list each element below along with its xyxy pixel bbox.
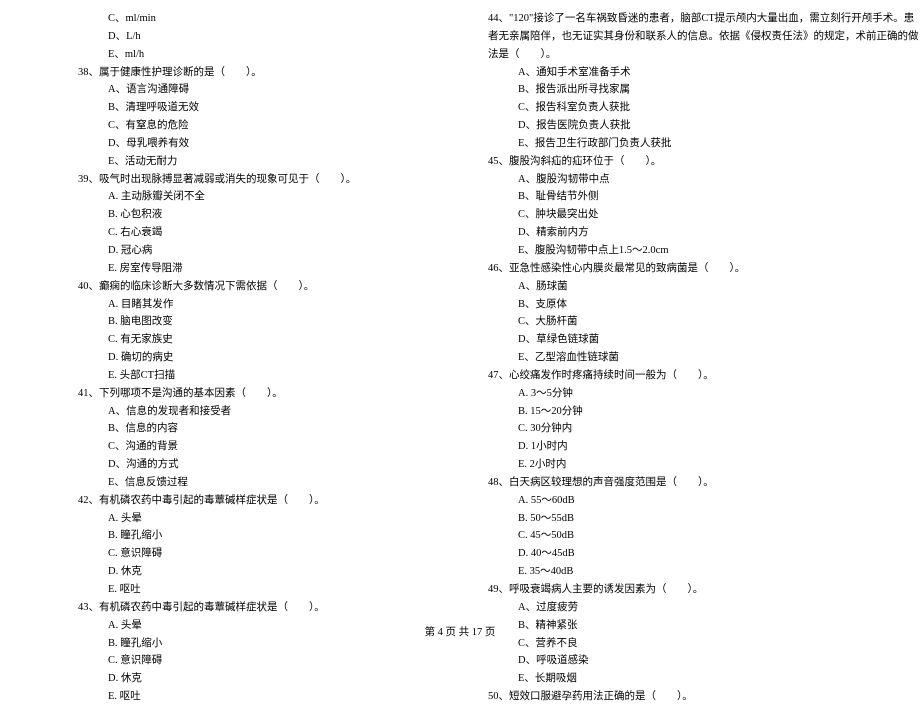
q48-option-a: A. 55～60dB: [470, 492, 885, 510]
q46-stem: 46、亚急性感染性心内膜炎最常见的致病菌是（ ）。: [470, 260, 885, 278]
q45-option-a: A、腹股沟韧带中点: [470, 171, 885, 189]
q44-stem-line2: 者无亲属陪伴，也无证实其身份和联系人的信息。依据《侵权责任法》的规定，术前正确的…: [470, 28, 885, 46]
q49-option-e: E、长期吸烟: [470, 670, 885, 688]
q46-option-c: C、大肠杆菌: [470, 313, 885, 331]
q39-option-e: E. 房室传导阻滞: [60, 260, 430, 278]
q41-option-a: A、信息的发现者和接受者: [60, 403, 430, 421]
q47-option-b: B. 15～20分钟: [470, 403, 885, 421]
q40-stem: 40、癫痫的临床诊断大多数情况下需依据（ ）。: [60, 278, 430, 296]
q37-option-c: C、ml/min: [60, 10, 430, 28]
q44-stem-line1: 44、"120"接诊了一名车祸致昏迷的患者，脑部CT提示颅内大量出血，需立刻行开…: [470, 10, 885, 28]
q48-option-d: D. 40～45dB: [470, 545, 885, 563]
q38-option-b: B、清理呼吸道无效: [60, 99, 430, 117]
q47-option-d: D. 1小时内: [470, 438, 885, 456]
q44-option-b: B、报告派出所寻找家属: [470, 81, 885, 99]
q46-option-a: A、肠球菌: [470, 278, 885, 296]
q40-option-d: D. 确切的病史: [60, 349, 430, 367]
q39-stem: 39、吸气时出现脉搏显著减弱或消失的现象可见于（ ）。: [60, 171, 430, 189]
q40-option-a: A. 目睹其发作: [60, 296, 430, 314]
q44-option-e: E、报告卫生行政部门负责人获批: [470, 135, 885, 153]
q43-option-e: E. 呕吐: [60, 688, 430, 706]
left-column: C、ml/min D、L/h E、ml/h 38、属于健康性护理诊断的是（ ）。…: [0, 10, 460, 615]
q43-option-c: C. 意识障碍: [60, 652, 430, 670]
q42-option-c: C. 意识障碍: [60, 545, 430, 563]
q44-stem-line3: 法是（ ）。: [470, 46, 885, 64]
q47-option-a: A. 3～5分钟: [470, 385, 885, 403]
q41-option-d: D、沟通的方式: [60, 456, 430, 474]
q46-option-b: B、支原体: [470, 296, 885, 314]
q40-option-b: B. 脑电图改变: [60, 313, 430, 331]
right-column: 44、"120"接诊了一名车祸致昏迷的患者，脑部CT提示颅内大量出血，需立刻行开…: [460, 10, 920, 615]
q39-option-a: A. 主动脉瓣关闭不全: [60, 188, 430, 206]
q39-option-b: B. 心包积液: [60, 206, 430, 224]
q45-option-c: C、肿块最突出处: [470, 206, 885, 224]
q44-option-a: A、通知手术室准备手术: [470, 64, 885, 82]
q41-stem: 41、下列哪项不是沟通的基本因素（ ）。: [60, 385, 430, 403]
q37-option-e: E、ml/h: [60, 46, 430, 64]
q45-option-d: D、精索前内方: [470, 224, 885, 242]
q42-option-d: D. 休克: [60, 563, 430, 581]
q43-option-d: D. 休克: [60, 670, 430, 688]
q38-option-d: D、母乳喂养有效: [60, 135, 430, 153]
q47-stem: 47、心绞痛发作时疼痛持续时间一般为（ ）。: [470, 367, 885, 385]
q46-option-e: E、乙型溶血性链球菌: [470, 349, 885, 367]
q42-option-e: E. 呕吐: [60, 581, 430, 599]
q44-option-c: C、报告科室负责人获批: [470, 99, 885, 117]
q38-option-c: C、有窒息的危险: [60, 117, 430, 135]
page-footer: 第 4 页 共 17 页: [0, 624, 920, 642]
q42-option-b: B. 瞳孔缩小: [60, 527, 430, 545]
q50-stem: 50、短效口服避孕药用法正确的是（ ）。: [470, 688, 885, 706]
q45-option-b: B、耻骨结节外侧: [470, 188, 885, 206]
q44-option-d: D、报告医院负责人获批: [470, 117, 885, 135]
q41-option-c: C、沟通的背景: [60, 438, 430, 456]
q41-option-b: B、信息的内容: [60, 420, 430, 438]
q49-option-d: D、呼吸道感染: [470, 652, 885, 670]
q45-stem: 45、腹股沟斜疝的疝环位于（ ）。: [470, 153, 885, 171]
q48-option-c: C. 45～50dB: [470, 527, 885, 545]
q48-stem: 48、白天病区较理想的声音强度范围是（ ）。: [470, 474, 885, 492]
q49-stem: 49、呼吸衰竭病人主要的诱发因素为（ ）。: [470, 581, 885, 599]
q40-option-e: E. 头部CT扫描: [60, 367, 430, 385]
q47-option-e: E. 2小时内: [470, 456, 885, 474]
q48-option-e: E. 35～40dB: [470, 563, 885, 581]
q37-option-d: D、L/h: [60, 28, 430, 46]
q38-option-a: A、语言沟通障碍: [60, 81, 430, 99]
q42-stem: 42、有机磷农药中毒引起的毒蕈碱样症状是（ ）。: [60, 492, 430, 510]
q49-option-a: A、过度疲劳: [470, 599, 885, 617]
q40-option-c: C. 有无家族史: [60, 331, 430, 349]
q42-option-a: A. 头晕: [60, 510, 430, 528]
q45-option-e: E、腹股沟韧带中点上1.5～2.0cm: [470, 242, 885, 260]
q47-option-c: C. 30分钟内: [470, 420, 885, 438]
q39-option-c: C. 右心衰竭: [60, 224, 430, 242]
q41-option-e: E、信息反馈过程: [60, 474, 430, 492]
q39-option-d: D. 冠心病: [60, 242, 430, 260]
q48-option-b: B. 50～55dB: [470, 510, 885, 528]
q38-option-e: E、活动无耐力: [60, 153, 430, 171]
q43-stem: 43、有机磷农药中毒引起的毒蕈碱样症状是（ ）。: [60, 599, 430, 617]
q38-stem: 38、属于健康性护理诊断的是（ ）。: [60, 64, 430, 82]
q46-option-d: D、草绿色链球菌: [470, 331, 885, 349]
